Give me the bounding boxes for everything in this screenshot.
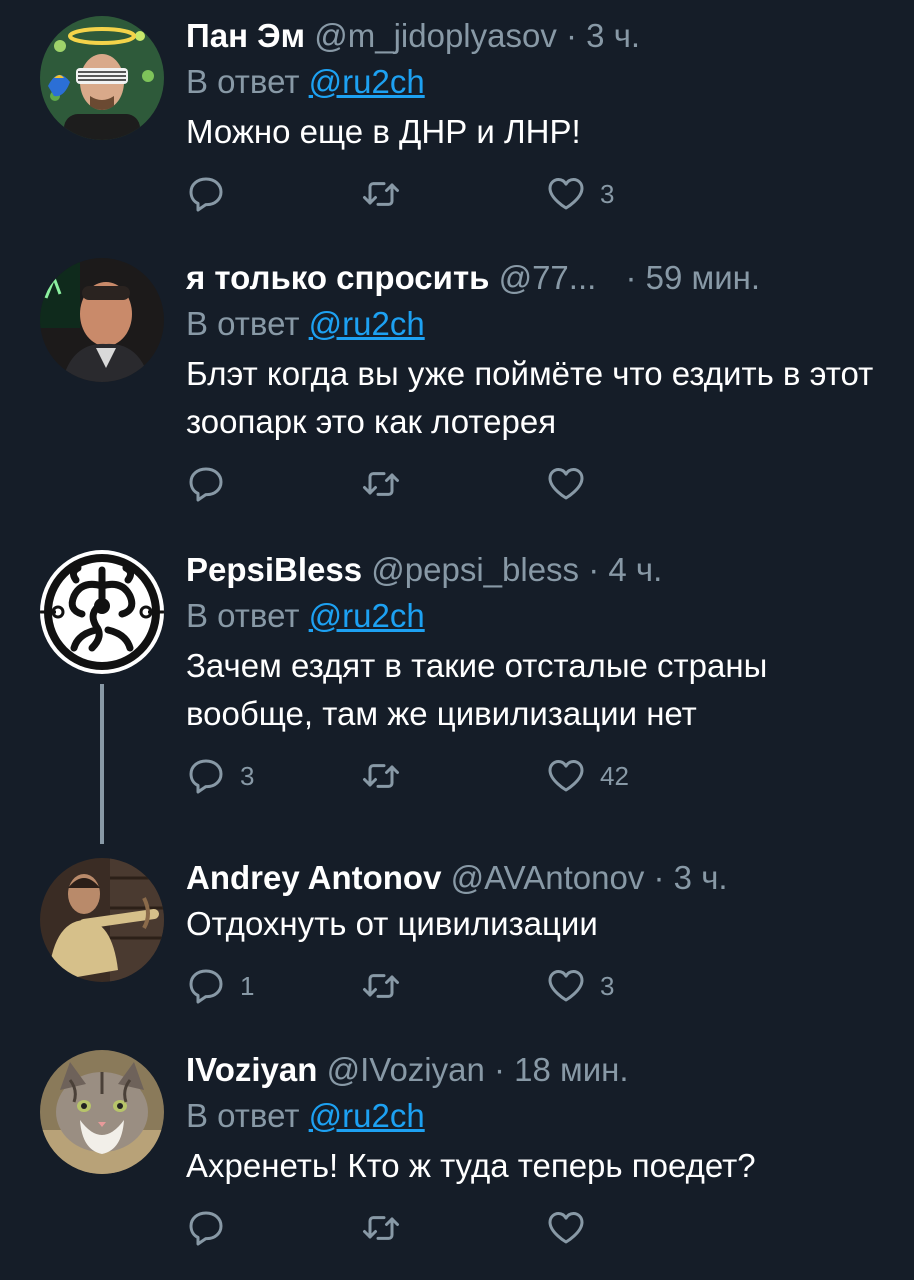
- reply-icon: [189, 1211, 223, 1246]
- tweet-content: Пан Эм @m_jidoplyasov · 3 ч. В ответ @ru…: [186, 16, 884, 218]
- tweet-text: Ахренеть! Кто ж туда теперь поедет?: [186, 1147, 756, 1184]
- retweet-button[interactable]: [360, 752, 402, 800]
- heart-icon: [548, 178, 584, 210]
- user-handle[interactable]: @77...: [499, 259, 597, 296]
- display-name[interactable]: IVoziyan: [186, 1051, 317, 1088]
- reply-prefix: В ответ: [186, 1097, 300, 1134]
- reply-count: 3: [240, 760, 255, 791]
- tweet-actions: 1 3: [186, 962, 884, 1010]
- timestamp[interactable]: · 3 ч.: [566, 17, 640, 54]
- timestamp[interactable]: · 4 ч.: [588, 551, 662, 588]
- avatar[interactable]: [40, 16, 164, 140]
- reply-context: В ответ @ru2ch: [186, 596, 884, 636]
- reply-context: В ответ @ru2ch: [186, 304, 884, 344]
- like-count: 42: [600, 760, 629, 791]
- avatar[interactable]: [40, 258, 164, 382]
- reply-button[interactable]: [186, 1204, 240, 1252]
- reply-mention-link[interactable]: @ru2ch: [309, 597, 425, 634]
- retweet-button[interactable]: [360, 962, 402, 1010]
- tweet-header: я только спросить @77... · 59 мин.: [186, 258, 884, 298]
- timestamp[interactable]: · 18 мин.: [494, 1051, 629, 1088]
- reply-prefix: В ответ: [186, 597, 300, 634]
- tweet-actions: [186, 1204, 884, 1252]
- retweet-icon: [363, 974, 399, 998]
- tweet-actions: 3: [186, 170, 884, 218]
- tweet-text: Зачем ездят в такие отсталые страны вооб…: [186, 647, 768, 732]
- reply-icon: [189, 177, 223, 212]
- tweet-header: Andrey Antonov @AVAntonov · 3 ч.: [186, 858, 884, 898]
- reply-icon: [189, 759, 223, 794]
- avatar[interactable]: [40, 858, 164, 982]
- display-name[interactable]: PepsiBless: [186, 551, 362, 588]
- reply-button[interactable]: [186, 170, 240, 218]
- avatar[interactable]: [40, 1050, 164, 1174]
- tweet-actions: [186, 460, 884, 508]
- reply-context: В ответ @ru2ch: [186, 1096, 884, 1136]
- tweet-text: Отдохнуть от цивилизации: [186, 905, 598, 942]
- reply-mention-link[interactable]: @ru2ch: [309, 1097, 425, 1134]
- user-handle[interactable]: @AVAntonov: [451, 859, 645, 896]
- tweet-content: PepsiBless @pepsi_bless · 4 ч. В ответ @…: [186, 550, 884, 800]
- tweet-text: Можно еще в ДНР и ЛНР!: [186, 113, 581, 150]
- retweet-button[interactable]: [360, 1204, 402, 1252]
- like-count: 3: [600, 178, 615, 209]
- reply-prefix: В ответ: [186, 305, 300, 342]
- heart-icon: [548, 1212, 584, 1244]
- retweet-icon: [363, 764, 399, 788]
- reply-count: 1: [240, 970, 255, 1001]
- tweet-content: Andrey Antonov @AVAntonov · 3 ч. Отдохну…: [186, 858, 884, 1010]
- reply-context: В ответ @ru2ch: [186, 62, 884, 102]
- like-count: 3: [600, 970, 615, 1001]
- timestamp[interactable]: · 3 ч.: [654, 859, 728, 896]
- reply-mention-link[interactable]: @ru2ch: [309, 63, 425, 100]
- like-button[interactable]: [546, 460, 600, 508]
- heart-icon: [548, 970, 584, 1002]
- tweet-text: Блэт когда вы уже поймёте что ездить в э…: [186, 355, 874, 440]
- tweet-header: Пан Эм @m_jidoplyasov · 3 ч.: [186, 16, 884, 56]
- user-handle[interactable]: @IVoziyan: [327, 1051, 485, 1088]
- avatar[interactable]: [40, 550, 164, 674]
- retweet-icon: [363, 472, 399, 496]
- heart-icon: [548, 468, 584, 500]
- user-handle[interactable]: @pepsi_bless: [371, 551, 579, 588]
- display-name[interactable]: Andrey Antonov: [186, 859, 441, 896]
- reply-icon: [189, 969, 223, 1004]
- thread-connector-line: [100, 684, 104, 844]
- retweet-button[interactable]: [360, 460, 402, 508]
- retweet-icon: [363, 182, 399, 206]
- tweet-header: IVoziyan @IVoziyan · 18 мин.: [186, 1050, 884, 1090]
- timestamp[interactable]: · 59 мин.: [625, 259, 760, 296]
- like-button[interactable]: 42: [546, 752, 629, 800]
- reply-button[interactable]: 3: [186, 752, 254, 800]
- user-handle[interactable]: @m_jidoplyasov: [314, 17, 557, 54]
- reply-button[interactable]: 1: [186, 962, 254, 1010]
- tweet-actions: 3 42: [186, 752, 884, 800]
- like-button[interactable]: 3: [546, 170, 614, 218]
- retweet-icon: [363, 1216, 399, 1240]
- reply-prefix: В ответ: [186, 63, 300, 100]
- reply-mention-link[interactable]: @ru2ch: [309, 305, 425, 342]
- reply-button[interactable]: [186, 460, 240, 508]
- heart-icon: [548, 760, 584, 792]
- reply-icon: [189, 467, 223, 502]
- like-button[interactable]: [546, 1204, 600, 1252]
- display-name[interactable]: я только спросить: [186, 259, 489, 296]
- like-button[interactable]: 3: [546, 962, 614, 1010]
- tweet-content: я только спросить @77... · 59 мин. В отв…: [186, 258, 884, 508]
- tweet-header: PepsiBless @pepsi_bless · 4 ч.: [186, 550, 884, 590]
- display-name[interactable]: Пан Эм: [186, 17, 305, 54]
- tweet-content: IVoziyan @IVoziyan · 18 мин. В ответ @ru…: [186, 1050, 884, 1252]
- retweet-button[interactable]: [360, 170, 402, 218]
